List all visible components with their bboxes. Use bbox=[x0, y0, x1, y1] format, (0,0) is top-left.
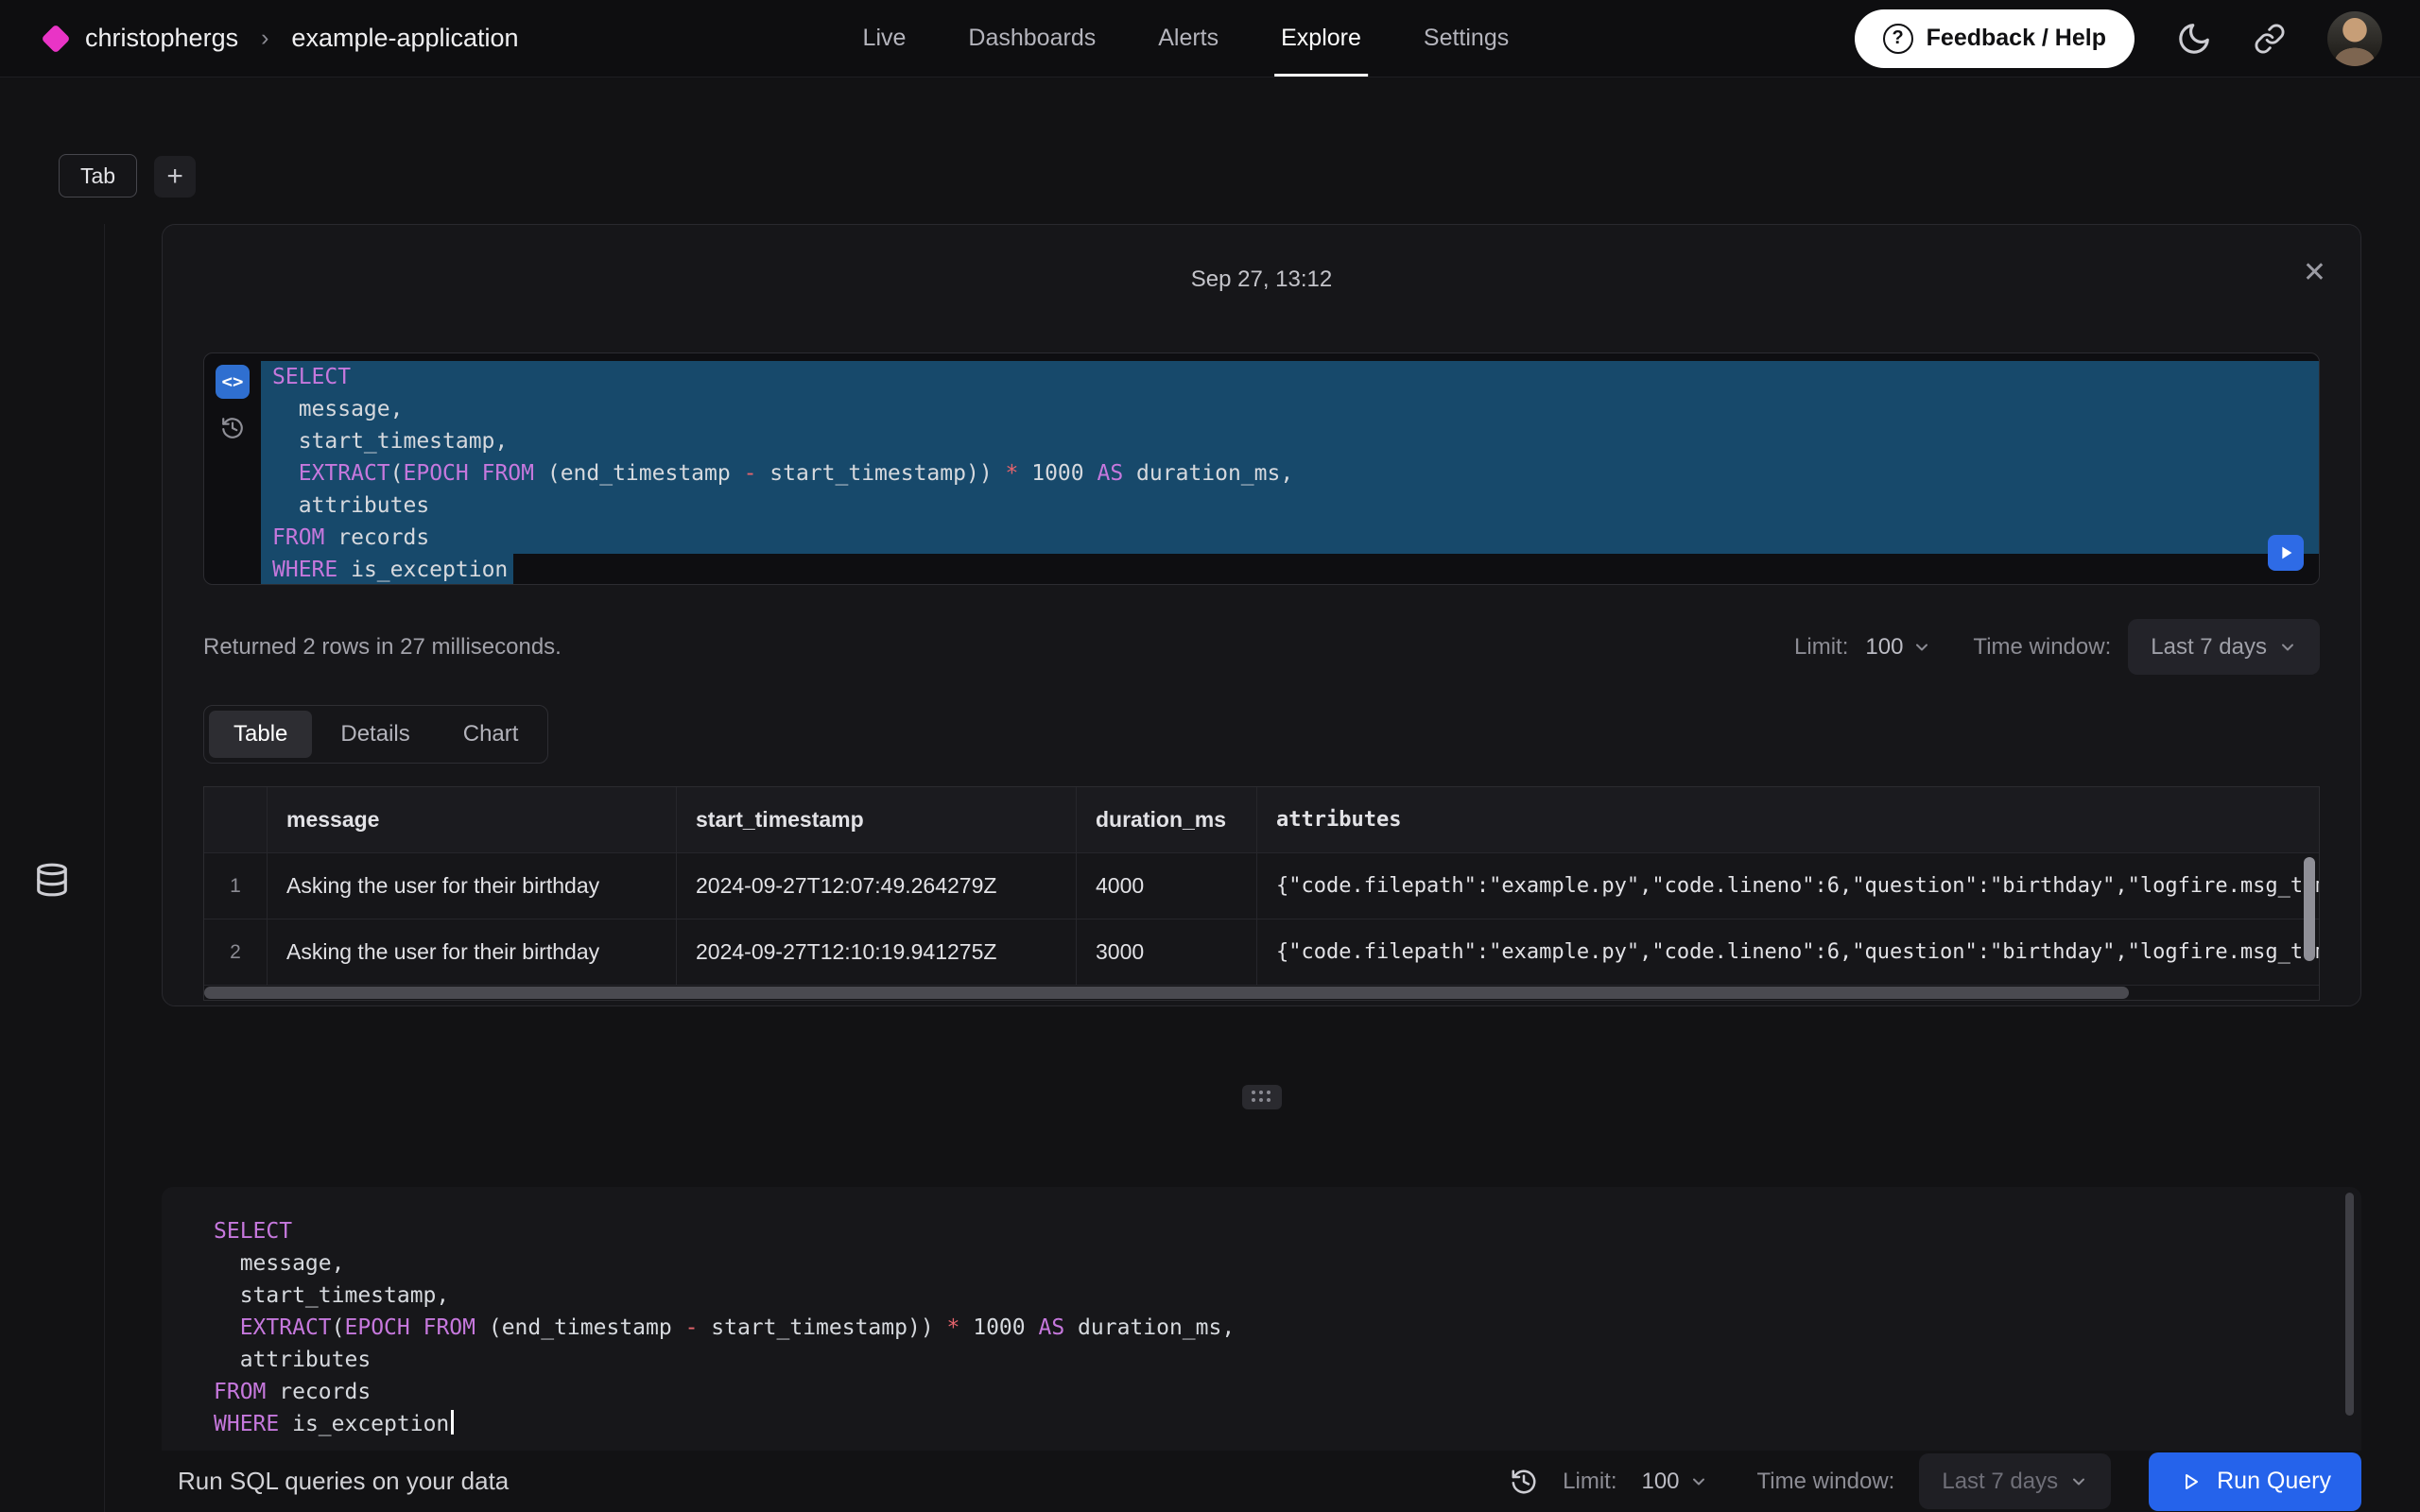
limit-value: 100 bbox=[1865, 634, 1903, 661]
run-query-label: Run Query bbox=[2217, 1468, 2331, 1495]
editor-scrollbar[interactable] bbox=[2345, 1193, 2354, 1416]
nav-items: LiveDashboardsAlertsExploreSettings bbox=[832, 0, 1541, 77]
workspace: Sep 27, 13:12 ✕ <> SELECT message, start… bbox=[0, 224, 2420, 1512]
text-caret bbox=[451, 1410, 454, 1435]
vertical-scrollbar[interactable] bbox=[2304, 857, 2315, 961]
result-panel-header: Sep 27, 13:12 ✕ bbox=[203, 225, 2320, 335]
view-tab-chart[interactable]: Chart bbox=[439, 711, 544, 758]
tab-bar: Tab + bbox=[0, 77, 2420, 224]
breadcrumb-separator-icon: › bbox=[261, 25, 268, 52]
database-icon[interactable] bbox=[34, 247, 70, 1512]
query-result-panel: Sep 27, 13:12 ✕ <> SELECT message, start… bbox=[162, 224, 2361, 1006]
nav-right: ? Feedback / Help bbox=[1855, 9, 2382, 68]
horizontal-scrollbar-thumb[interactable] bbox=[204, 987, 2129, 999]
panel-resize-handle[interactable] bbox=[1242, 1085, 1282, 1109]
tab-chip[interactable]: Tab bbox=[59, 154, 137, 198]
footer-limit-select[interactable]: 100 bbox=[1641, 1469, 1707, 1495]
question-circle-icon: ? bbox=[1883, 24, 1913, 54]
nav-item-live[interactable]: Live bbox=[832, 0, 938, 77]
result-status: Returned 2 rows in 27 milliseconds. bbox=[203, 634, 562, 661]
breadcrumb-org[interactable]: christophergs bbox=[85, 24, 238, 53]
column-header-message[interactable]: message bbox=[268, 787, 677, 852]
feedback-help-button[interactable]: ? Feedback / Help bbox=[1855, 9, 2135, 68]
sql-editor-panel[interactable]: SELECT message, start_timestamp, EXTRACT… bbox=[162, 1187, 2361, 1451]
run-mini-button[interactable] bbox=[2268, 535, 2304, 571]
left-rail bbox=[0, 224, 105, 1512]
table-row[interactable]: 1Asking the user for their birthday2024-… bbox=[204, 853, 2319, 919]
chevron-down-icon bbox=[2278, 638, 2297, 657]
view-tab-details[interactable]: Details bbox=[316, 711, 434, 758]
time-window-select[interactable]: Last 7 days bbox=[2128, 619, 2320, 675]
row-number-header bbox=[204, 787, 268, 852]
table-body: 1Asking the user for their birthday2024-… bbox=[204, 853, 2319, 986]
table-cell: 1 bbox=[204, 853, 268, 919]
chevron-down-icon bbox=[2069, 1472, 2088, 1491]
table-cell: 4000 bbox=[1077, 853, 1257, 919]
footer-time-window-label: Time window: bbox=[1757, 1469, 1895, 1495]
result-sql-code[interactable]: SELECT message, start_timestamp, EXTRACT… bbox=[261, 353, 2319, 584]
table-cell: Asking the user for their birthday bbox=[268, 919, 677, 985]
table-cell: Asking the user for their birthday bbox=[268, 853, 677, 919]
top-nav: christophergs › example-application Live… bbox=[0, 0, 2420, 77]
editor-hint: Run SQL queries on your data bbox=[178, 1467, 509, 1496]
table-cell: 2 bbox=[204, 919, 268, 985]
table-cell: {"code.filepath":"example.py","code.line… bbox=[1257, 919, 2319, 985]
footer-limit-label: Limit: bbox=[1563, 1469, 1616, 1495]
breadcrumb-project[interactable]: example-application bbox=[291, 24, 518, 53]
result-controls: Limit: 100 Time window: Last 7 days bbox=[1794, 619, 2320, 675]
limit-label: Limit: bbox=[1794, 634, 1848, 661]
footer-time-window-value: Last 7 days bbox=[1942, 1469, 2058, 1495]
time-window-label: Time window: bbox=[1973, 634, 2111, 661]
play-icon bbox=[2179, 1470, 2202, 1493]
feedback-help-label: Feedback / Help bbox=[1927, 25, 2106, 52]
code-icon[interactable]: <> bbox=[216, 365, 250, 399]
table-cell: 2024-09-27T12:10:19.941275Z bbox=[677, 919, 1077, 985]
split-zone bbox=[162, 1006, 2361, 1187]
chevron-down-icon bbox=[1912, 638, 1931, 657]
status-row: Returned 2 rows in 27 milliseconds. Limi… bbox=[203, 619, 2320, 675]
results-table: messagestart_timestampduration_msattribu… bbox=[203, 786, 2320, 1001]
footer-limit-value: 100 bbox=[1641, 1469, 1679, 1495]
table-cell: {"code.filepath":"example.py","code.line… bbox=[1257, 853, 2319, 919]
history-icon[interactable] bbox=[220, 416, 245, 440]
table-row[interactable]: 2Asking the user for their birthday2024-… bbox=[204, 919, 2319, 986]
horizontal-scrollbar[interactable] bbox=[204, 986, 2319, 1000]
breadcrumb: christophergs › example-application bbox=[45, 24, 519, 53]
nav-item-alerts[interactable]: Alerts bbox=[1127, 0, 1250, 77]
main-content: Sep 27, 13:12 ✕ <> SELECT message, start… bbox=[105, 224, 2420, 1512]
view-tab-table[interactable]: Table bbox=[209, 711, 312, 758]
theme-toggle-moon-icon[interactable] bbox=[2176, 21, 2212, 57]
logfire-logo-icon[interactable] bbox=[41, 24, 70, 53]
table-cell: 3000 bbox=[1077, 919, 1257, 985]
result-sql-view: <> SELECT message, start_timestamp, EXTR… bbox=[203, 352, 2320, 585]
nav-item-explore[interactable]: Explore bbox=[1250, 0, 1392, 77]
query-history-icon[interactable] bbox=[1510, 1468, 1538, 1496]
table-header-row: messagestart_timestampduration_msattribu… bbox=[204, 787, 2319, 853]
close-icon[interactable]: ✕ bbox=[2303, 259, 2326, 287]
bottom-bar: Run SQL queries on your data Limit: 100 … bbox=[162, 1451, 2361, 1512]
add-tab-button[interactable]: + bbox=[154, 156, 196, 198]
nav-item-dashboards[interactable]: Dashboards bbox=[937, 0, 1127, 77]
column-header-attributes[interactable]: attributes bbox=[1257, 787, 2319, 852]
table-cell: 2024-09-27T12:07:49.264279Z bbox=[677, 853, 1077, 919]
result-timestamp: Sep 27, 13:12 bbox=[1191, 266, 1332, 293]
limit-select[interactable]: 100 bbox=[1865, 634, 1931, 661]
editor-sql-code[interactable]: SELECT message, start_timestamp, EXTRACT… bbox=[202, 1208, 2342, 1440]
time-window-value: Last 7 days bbox=[2151, 634, 2267, 661]
footer-time-window-select[interactable]: Last 7 days bbox=[1919, 1453, 2111, 1509]
nav-item-settings[interactable]: Settings bbox=[1392, 0, 1540, 77]
column-header-start_timestamp[interactable]: start_timestamp bbox=[677, 787, 1077, 852]
user-avatar[interactable] bbox=[2327, 11, 2382, 66]
run-query-button[interactable]: Run Query bbox=[2149, 1452, 2361, 1511]
share-link-icon[interactable] bbox=[2254, 23, 2286, 55]
editor-gutter: <> bbox=[204, 353, 261, 584]
chevron-down-icon bbox=[1689, 1472, 1708, 1491]
view-tabs: TableDetailsChart bbox=[203, 705, 548, 764]
column-header-duration_ms[interactable]: duration_ms bbox=[1077, 787, 1257, 852]
